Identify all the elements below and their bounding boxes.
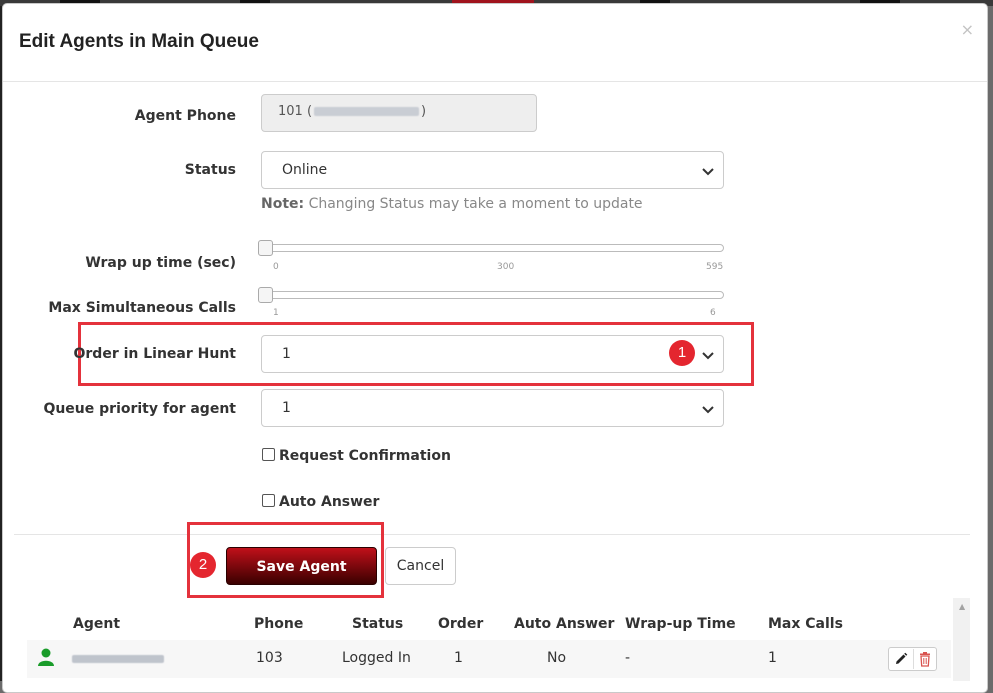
wrap-up-slider-handle[interactable]	[258, 240, 273, 256]
checkbox-box[interactable]	[262, 448, 275, 461]
column-header-phone: Phone	[254, 616, 304, 632]
status-selected-value: Online	[282, 162, 328, 178]
auto-answer-label: Auto Answer	[279, 494, 380, 510]
auto-answer-checkbox[interactable]: Auto Answer	[262, 494, 379, 510]
request-confirmation-checkbox[interactable]: Request Confirmation	[262, 448, 451, 464]
scroll-up-arrow-icon[interactable]: ▲	[959, 602, 965, 611]
agent-phone-label: Agent Phone	[134, 108, 236, 124]
note-text: Changing Status may take a moment to upd…	[304, 196, 643, 212]
cell-max-calls: 1	[768, 650, 777, 666]
blurred-agent-name	[72, 655, 164, 663]
priority-label: Queue priority for agent	[43, 401, 236, 417]
chevron-down-icon	[702, 168, 714, 176]
priority-selected-value: 1	[282, 400, 291, 416]
max-calls-slider-track[interactable]	[258, 291, 724, 299]
column-header-auto-answer: Auto Answer	[514, 616, 615, 632]
wrap-up-slider-track[interactable]	[258, 244, 724, 252]
close-icon[interactable]: ×	[961, 20, 974, 39]
column-header-max-calls: Max Calls	[768, 616, 843, 632]
chevron-down-icon	[702, 406, 714, 414]
annotation-badge-2: 2	[190, 552, 216, 578]
order-label: Order in Linear Hunt	[73, 346, 237, 362]
column-header-order: Order	[438, 616, 484, 632]
cancel-button[interactable]: Cancel	[385, 547, 456, 585]
checkbox-box[interactable]	[262, 494, 275, 507]
column-header-status: Status	[352, 616, 404, 632]
user-icon	[38, 648, 54, 666]
pencil-icon[interactable]	[893, 651, 909, 667]
agent-phone-suffix: )	[421, 104, 427, 119]
status-select[interactable]: Online	[261, 151, 724, 189]
max-calls-slider-handle[interactable]	[258, 287, 273, 303]
max-calls-tick-max: 6	[710, 308, 716, 318]
footer-divider	[14, 534, 970, 535]
request-confirmation-label: Request Confirmation	[279, 448, 451, 464]
wrap-up-tick-mid: 300	[497, 262, 515, 272]
actions-separator	[913, 649, 914, 669]
cell-wrap-up-time: -	[625, 650, 631, 666]
order-select[interactable]: 1	[261, 335, 724, 373]
wrap-up-tick-min: 0	[273, 262, 279, 272]
column-header-wrap-up-time: Wrap-up Time	[625, 616, 736, 632]
agent-phone-prefix: 101 (	[278, 104, 313, 119]
agent-phone-field: 101 ()	[261, 94, 537, 132]
order-selected-value: 1	[282, 346, 291, 362]
blurred-agent-name	[314, 107, 420, 116]
annotation-badge-1: 1	[669, 340, 695, 366]
modal-header: Edit Agents in Main Queue ×	[3, 4, 987, 82]
chevron-down-icon	[702, 352, 714, 360]
wrap-up-tick-max: 595	[706, 262, 724, 272]
cell-order: 1	[454, 650, 463, 666]
cell-status: Logged In	[342, 650, 411, 666]
status-note: Note: Changing Status may take a moment …	[261, 196, 643, 212]
max-calls-tick-min: 1	[273, 308, 279, 318]
wrap-up-label: Wrap up time (sec)	[85, 255, 236, 271]
priority-select[interactable]: 1	[261, 389, 724, 427]
cell-auto-answer: No	[547, 650, 567, 666]
note-bold: Note:	[261, 196, 305, 212]
save-agent-button[interactable]: Save Agent	[226, 547, 377, 585]
table-row[interactable]	[27, 640, 951, 678]
column-header-agent: Agent	[73, 616, 121, 632]
cell-phone: 103	[256, 650, 283, 666]
modal-title: Edit Agents in Main Queue	[19, 31, 259, 52]
status-label: Status	[184, 162, 236, 178]
trash-icon[interactable]	[918, 651, 932, 667]
max-calls-label: Max Simultaneous Calls	[48, 300, 236, 316]
